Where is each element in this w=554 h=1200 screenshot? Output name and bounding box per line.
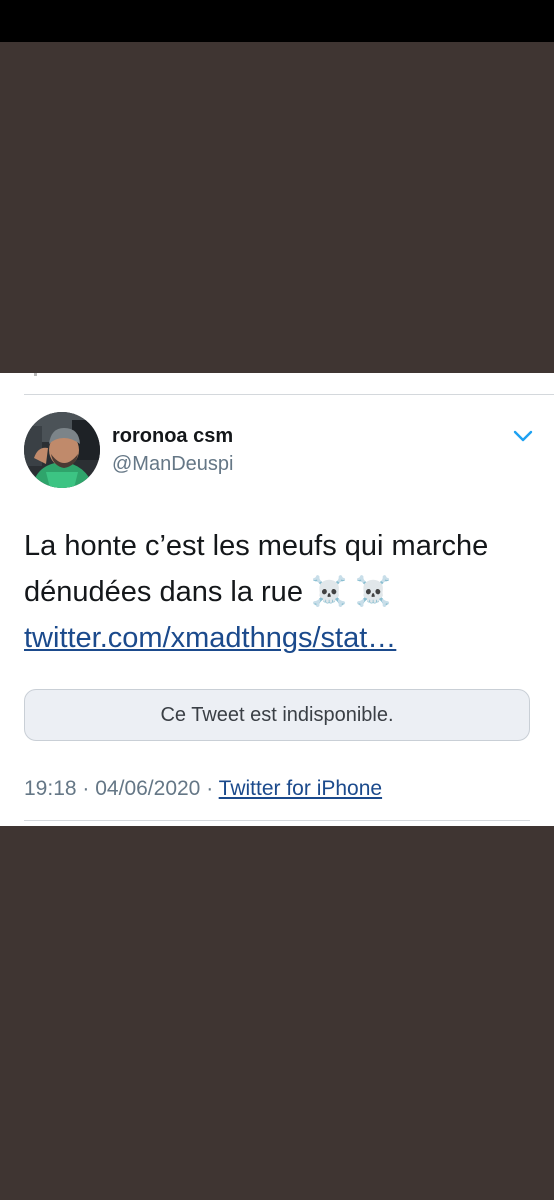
tweet-time: 19:18 — [24, 777, 77, 800]
unavailable-message: Ce Tweet est indisponible. — [160, 703, 394, 726]
tweet-source-link[interactable]: Twitter for iPhone — [219, 777, 382, 800]
tweet-text: La honte c’est les meufs qui marche dénu… — [24, 523, 534, 661]
tweet-text-line-2: dénudées dans la rue ☠️ ☠️ — [24, 569, 534, 615]
chevron-down-icon[interactable] — [512, 429, 534, 443]
skull-crossbones-emoji: ☠️ ☠️ — [311, 576, 392, 608]
divider-mark — [34, 373, 37, 376]
display-name[interactable]: roronoa csm — [112, 425, 233, 448]
bottom-divider — [24, 820, 530, 821]
top-black-bar — [0, 0, 554, 42]
background-top — [0, 42, 554, 373]
tweet-text-line-2-words: dénudées dans la rue — [24, 576, 303, 608]
username-handle[interactable]: @ManDeuspi — [112, 453, 233, 476]
profile-photo — [24, 412, 100, 488]
tweet-card: roronoa csm @ManDeuspi La honte c’est le… — [0, 373, 554, 826]
top-divider — [24, 394, 554, 395]
quoted-tweet-unavailable[interactable]: Ce Tweet est indisponible. — [24, 689, 530, 741]
meta-separator-1: · — [82, 777, 90, 800]
tweet-date: 04/06/2020 — [95, 777, 201, 800]
background-bottom — [0, 826, 554, 1200]
tweet-link[interactable]: twitter.com/xmadthngs/stat… — [24, 622, 396, 654]
tweet-metadata: 19:18 · 04/06/2020 · Twitter for iPhone — [24, 777, 382, 801]
tweet-text-line-1: La honte c’est les meufs qui marche — [24, 530, 489, 562]
avatar[interactable] — [24, 412, 100, 488]
meta-separator-2: · — [206, 777, 214, 800]
